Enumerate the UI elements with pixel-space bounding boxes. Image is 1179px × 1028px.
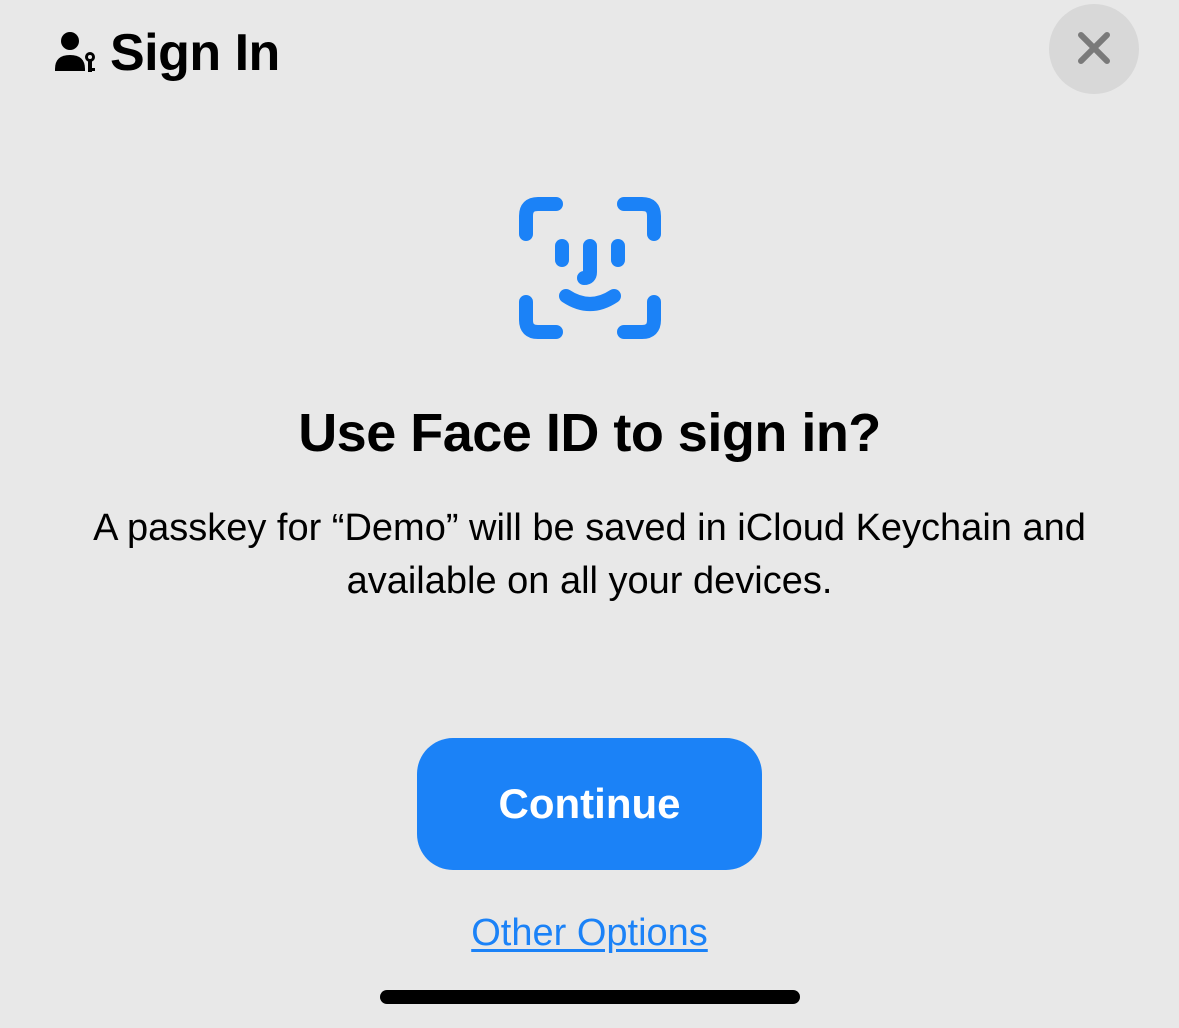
home-indicator[interactable]: [380, 990, 800, 1004]
continue-button[interactable]: Continue: [417, 738, 762, 870]
faceid-icon: [516, 194, 664, 342]
other-options-link[interactable]: Other Options: [471, 912, 708, 955]
main-heading: Use Face ID to sign in?: [298, 402, 881, 464]
close-button[interactable]: [1049, 4, 1139, 94]
description-text: A passkey for “Demo” will be saved in iC…: [60, 502, 1120, 608]
header-left: Sign In: [50, 23, 280, 83]
page-title: Sign In: [110, 23, 280, 83]
header: Sign In: [0, 0, 1179, 94]
close-icon: [1073, 27, 1115, 72]
content: Use Face ID to sign in? A passkey for “D…: [0, 94, 1179, 955]
person-key-icon: [50, 27, 102, 79]
